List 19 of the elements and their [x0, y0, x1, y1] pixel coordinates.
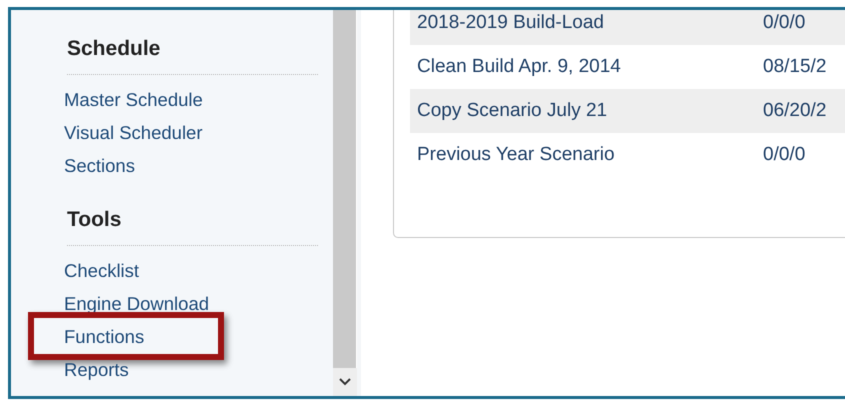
sidebar-link[interactable]: Master Schedule	[64, 83, 203, 116]
sidebar-link[interactable]: Visual Scheduler	[64, 116, 202, 149]
scenario-date: 0/0/0	[763, 144, 806, 166]
sidebar-link[interactable]: Functions	[64, 320, 144, 353]
scenario-date: 08/15/2	[763, 56, 826, 78]
scenario-name: Previous Year Scenario	[416, 144, 616, 166]
scenario-name: Copy Scenario July 21	[416, 100, 608, 122]
sidebar-link[interactable]: Reports	[64, 353, 129, 386]
sidebar-link[interactable]: Sections	[64, 149, 135, 182]
section-heading: Schedule	[66, 36, 160, 62]
sidebar-link[interactable]: Checklist	[64, 254, 140, 287]
scrollbar-thumb[interactable]	[333, 10, 356, 368]
chevron-down-icon[interactable]	[339, 378, 351, 386]
sidebar-link[interactable]: Engine Download	[64, 287, 210, 320]
scenario-date: 0/0/0	[763, 12, 806, 34]
section-heading: Tools	[66, 207, 122, 233]
scenario-date: 06/20/2	[763, 100, 826, 122]
scenario-name: 2018-2019 Build-Load	[416, 12, 605, 34]
scenario-name: Clean Build Apr. 9, 2014	[416, 56, 622, 78]
